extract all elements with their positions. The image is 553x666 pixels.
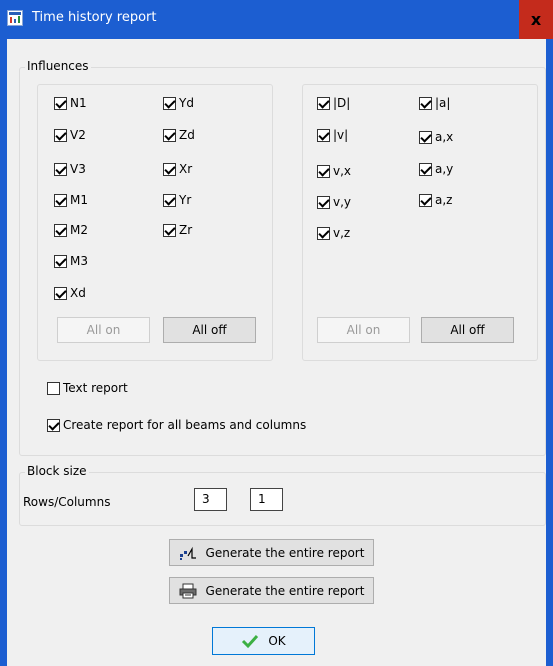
checkbox-label: |D| xyxy=(333,96,351,110)
chart-report-icon xyxy=(179,546,196,560)
checkbox-box[interactable] xyxy=(317,164,330,178)
checkbox-box[interactable] xyxy=(54,96,67,110)
checkbox-box[interactable] xyxy=(163,162,176,176)
checkbox-box[interactable] xyxy=(419,130,432,144)
checkbox-v-z[interactable]: v,z xyxy=(317,225,350,241)
checkbox-D-abs[interactable]: |D| xyxy=(317,95,350,111)
influences-group-label: Influences xyxy=(25,59,91,73)
printer-icon xyxy=(179,583,197,598)
checkbox-Zd[interactable]: Zd xyxy=(163,127,195,143)
checkbox-box[interactable] xyxy=(54,286,67,300)
checkbox-label: M1 xyxy=(70,193,88,207)
checkbox-M3[interactable]: M3 xyxy=(54,253,88,269)
checkbox-label: Yd xyxy=(179,96,194,110)
checkbox-box[interactable] xyxy=(419,162,432,176)
checkbox-Xd[interactable]: Xd xyxy=(54,285,86,301)
checkbox-label: a,x xyxy=(435,130,454,144)
checkbox-label: M3 xyxy=(70,254,88,268)
checkbox-label: Zr xyxy=(179,223,193,237)
checkbox-label: Zd xyxy=(179,128,195,142)
checkbox-box[interactable] xyxy=(47,381,60,395)
checkbox-label: N1 xyxy=(70,96,87,110)
checkbox-box[interactable] xyxy=(163,96,176,110)
checkbox-a-z[interactable]: a,z xyxy=(419,192,452,208)
checkbox-label: Text report xyxy=(63,381,128,395)
checkbox-box[interactable] xyxy=(317,96,330,110)
checkbox-v-x[interactable]: v,x xyxy=(317,163,351,179)
checkbox-box[interactable] xyxy=(419,193,432,207)
checkbox-label: a,z xyxy=(435,193,453,207)
checkbox-Zr[interactable]: Zr xyxy=(163,222,192,238)
motion-all-on-button[interactable]: All on xyxy=(317,317,410,343)
checkbox-box[interactable] xyxy=(54,128,67,142)
checkbox-Yd[interactable]: Yd xyxy=(163,95,194,111)
dialog-client-area: Influences N1 V2 V3 M1 M2 M3 Xd Yd Zd Xr… xyxy=(7,39,546,666)
checkbox-v-y[interactable]: v,y xyxy=(317,194,351,210)
checkbox-box[interactable] xyxy=(54,254,67,268)
checkbox-box[interactable] xyxy=(163,193,176,207)
checkbox-label: Xr xyxy=(179,162,193,176)
checkbox-box[interactable] xyxy=(317,195,330,209)
checkbox-label: v,y xyxy=(333,195,352,209)
checkbox-box[interactable] xyxy=(54,193,67,207)
checkbox-V2[interactable]: V2 xyxy=(54,127,86,143)
checkbox-label: Xd xyxy=(70,286,86,300)
checkbox-a-abs[interactable]: |a| xyxy=(419,95,450,111)
checkbox-a-x[interactable]: a,x xyxy=(419,129,453,145)
checkbox-box[interactable] xyxy=(163,223,176,237)
all-beams-columns-checkbox[interactable]: Create report for all beams and columns xyxy=(47,417,306,433)
checkbox-label: V3 xyxy=(70,162,86,176)
window-title: Time history report xyxy=(32,10,157,25)
checkbox-label: M2 xyxy=(70,223,88,237)
checkbox-a-y[interactable]: a,y xyxy=(419,161,453,177)
close-button[interactable]: x xyxy=(519,0,553,39)
ok-label: OK xyxy=(268,634,286,648)
checkbox-label: v,x xyxy=(333,164,352,178)
checkbox-label: |a| xyxy=(435,96,451,110)
checkbox-box[interactable] xyxy=(163,128,176,142)
checkbox-label: V2 xyxy=(70,128,86,142)
dialog-window: Time history report x Influences N1 V2 V… xyxy=(0,0,553,666)
report-app-icon xyxy=(7,10,23,26)
checkbox-label: Yr xyxy=(179,193,192,207)
checkbox-label: v,z xyxy=(333,226,351,240)
motion-all-off-button[interactable]: All off xyxy=(421,317,514,343)
close-icon: x xyxy=(530,10,542,29)
checkbox-box[interactable] xyxy=(317,128,330,142)
checkbox-box[interactable] xyxy=(54,223,67,237)
checkbox-Yr[interactable]: Yr xyxy=(163,192,191,208)
checkbox-label: a,y xyxy=(435,162,454,176)
rows-input[interactable]: 3 xyxy=(194,488,227,511)
generate-report-chart-button[interactable]: Generate the entire report xyxy=(169,539,374,566)
generate-print-label: Generate the entire report xyxy=(205,583,365,598)
checkbox-box[interactable] xyxy=(317,226,330,240)
generate-chart-label: Generate the entire report xyxy=(205,545,365,560)
checkbox-box[interactable] xyxy=(54,162,67,176)
checkbox-box[interactable] xyxy=(419,96,432,110)
checkbox-Xr[interactable]: Xr xyxy=(163,161,192,177)
generate-report-print-button[interactable]: Generate the entire report xyxy=(169,577,374,604)
block-size-group-label: Block size xyxy=(25,464,89,478)
columns-input[interactable]: 1 xyxy=(250,488,283,511)
checkmark-icon xyxy=(242,634,259,649)
forces-all-on-button[interactable]: All on xyxy=(57,317,150,343)
ok-button[interactable]: OK xyxy=(212,627,315,655)
checkbox-v-abs[interactable]: |v| xyxy=(317,127,348,143)
text-report-checkbox[interactable]: Text report xyxy=(47,380,128,396)
checkbox-M1[interactable]: M1 xyxy=(54,192,88,208)
checkbox-N1[interactable]: N1 xyxy=(54,95,87,111)
checkbox-box[interactable] xyxy=(47,418,60,432)
rows-columns-label: Rows/Columns xyxy=(23,495,111,509)
checkbox-label: |v| xyxy=(333,128,349,142)
checkbox-V3[interactable]: V3 xyxy=(54,161,86,177)
checkbox-M2[interactable]: M2 xyxy=(54,222,88,238)
forces-all-off-button[interactable]: All off xyxy=(163,317,256,343)
title-bar[interactable]: Time history report x xyxy=(0,0,553,39)
checkbox-label: Create report for all beams and columns xyxy=(63,418,307,432)
